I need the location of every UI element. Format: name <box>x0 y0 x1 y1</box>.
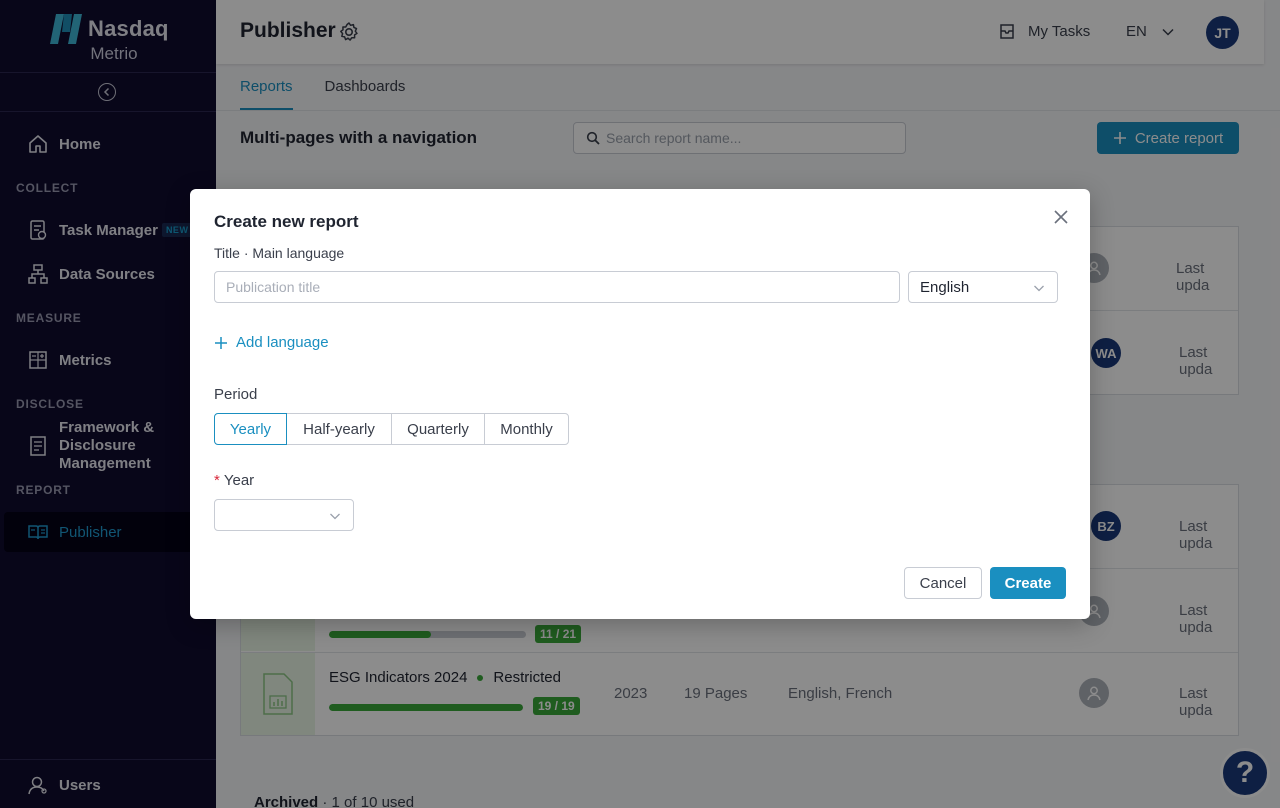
main-language-select[interactable]: English <box>908 271 1058 303</box>
year-field-label: * Year <box>214 472 254 489</box>
plus-icon <box>215 336 227 349</box>
add-language-button[interactable]: Add language <box>214 334 329 351</box>
year-label-text: Year <box>223 472 255 489</box>
create-report-dialog: Create new report Title · Main language … <box>190 189 1090 619</box>
chevron-down-icon <box>330 513 340 520</box>
close-icon[interactable] <box>1052 208 1070 226</box>
period-option-yearly[interactable]: Yearly <box>214 413 287 445</box>
period-option-quarterly[interactable]: Quarterly <box>391 413 485 445</box>
required-marker: * <box>214 472 220 489</box>
dialog-title: Create new report <box>214 212 359 231</box>
period-segmented-control: Yearly Half-yearly Quarterly Monthly <box>214 413 569 445</box>
publication-title-input[interactable] <box>214 271 900 303</box>
main-language-value: English <box>920 278 970 296</box>
period-label: Period <box>214 386 258 403</box>
cancel-button[interactable]: Cancel <box>904 567 982 599</box>
period-option-monthly[interactable]: Monthly <box>484 413 569 445</box>
chevron-down-icon <box>1034 285 1044 292</box>
title-field-label: Title · Main language <box>214 245 345 261</box>
create-button[interactable]: Create <box>990 567 1066 599</box>
period-option-half-yearly[interactable]: Half-yearly <box>286 413 392 445</box>
year-select[interactable] <box>214 499 354 531</box>
add-language-label: Add language <box>236 334 329 351</box>
